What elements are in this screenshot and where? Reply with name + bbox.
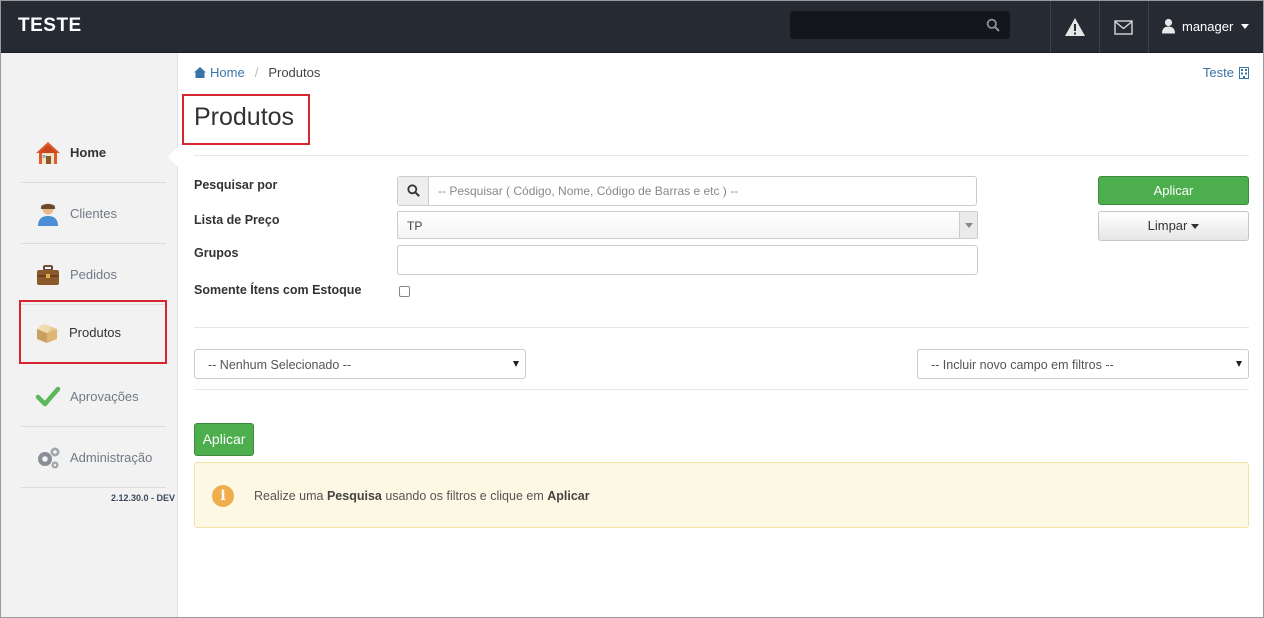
saved-filter-select[interactable]: -- Nenhum Selecionado -- [194, 349, 526, 379]
chevron-down-icon[interactable] [959, 212, 977, 238]
clear-button-label: Limpar [1147, 218, 1188, 233]
sidebar-item-label: Aprovações [70, 389, 139, 404]
envelope-icon[interactable] [1113, 17, 1135, 39]
sidebar-item-label: Pedidos [70, 267, 117, 282]
page-title: Produtos [194, 103, 295, 131]
nav-divider [1099, 1, 1100, 53]
groups-label: Grupos [194, 246, 239, 260]
warning-icon[interactable] [1064, 16, 1086, 38]
user-icon [38, 203, 58, 226]
caret-down-icon [1241, 23, 1250, 29]
app-window: TESTE manager Home Clientes Pedidos Prod… [0, 0, 1264, 618]
divider [194, 155, 1249, 156]
user-name: manager [1182, 18, 1234, 34]
search-field[interactable]: -- Pesquisar ( Código, Nome, Código de B… [397, 176, 977, 206]
breadcrumb: Home / Produtos [194, 65, 320, 80]
caret-down-icon [1236, 361, 1242, 367]
top-search-input[interactable] [790, 11, 1010, 39]
user-menu[interactable]: manager [1161, 15, 1250, 37]
nav-divider [1148, 1, 1149, 53]
divider [194, 327, 1249, 328]
sidebar-item-home[interactable]: Home [21, 123, 166, 183]
breadcrumb-home-label[interactable]: Home [210, 65, 245, 80]
building-icon [1239, 66, 1249, 79]
apply-button[interactable]: Aplicar [1098, 176, 1249, 205]
groups-input[interactable] [397, 245, 978, 275]
sidebar: Home Clientes Pedidos Produtos Aprovaçõe… [1, 53, 179, 617]
sidebar-item-aprovacoes[interactable]: Aprovações [21, 367, 166, 427]
gears-icon [38, 447, 60, 468]
home-icon [194, 67, 206, 78]
stock-only-label: Somente Ítens com Estoque [194, 283, 362, 297]
sidebar-item-administracao[interactable]: Administração [21, 428, 166, 488]
breadcrumb-home[interactable]: Home [194, 65, 245, 80]
caret-down-icon [1191, 224, 1200, 230]
breadcrumb-separator: / [254, 65, 259, 80]
divider [194, 389, 1249, 390]
sidebar-item-label: Home [70, 145, 107, 160]
price-list-select[interactable]: TP [397, 211, 978, 239]
sidebar-item-label: Produtos [69, 324, 122, 340]
apply-main-button[interactable]: Aplicar [194, 423, 254, 456]
price-list-value: TP [407, 219, 423, 233]
checkmark-icon [35, 386, 61, 406]
price-list-label: Lista de Preço [194, 213, 280, 227]
info-alert: i Realize uma Pesquisa usando os filtros… [194, 462, 1249, 528]
alert-message: Realize uma Pesquisa usando os filtros e… [254, 489, 590, 503]
search-icon [407, 184, 420, 197]
nav-divider [1050, 1, 1051, 53]
top-navbar: TESTE manager [1, 1, 1263, 53]
search-addon [398, 177, 429, 205]
add-filter-field-select[interactable]: -- Incluir novo campo em filtros -- [917, 349, 1249, 379]
sidebar-item-clientes[interactable]: Clientes [21, 184, 166, 244]
version-label: 2.12.30.0 - DEV [111, 493, 176, 503]
clear-button[interactable]: Limpar [1098, 211, 1249, 241]
home-icon [36, 141, 60, 164]
saved-filter-value: -- Nenhum Selecionado -- [208, 358, 352, 372]
caret-down-icon [513, 361, 519, 367]
search-icon[interactable] [986, 18, 1000, 32]
breadcrumb-current: Produtos [268, 65, 321, 80]
brand-title[interactable]: TESTE [18, 15, 82, 37]
search-label: Pesquisar por [194, 178, 278, 192]
briefcase-icon [37, 264, 59, 285]
add-filter-field-value: -- Incluir novo campo em filtros -- [931, 358, 1114, 372]
active-indicator [168, 146, 179, 168]
teste-link-label[interactable]: Teste [1203, 65, 1234, 80]
stock-only-checkbox[interactable] [399, 286, 410, 297]
sidebar-item-label: Administração [70, 450, 153, 465]
info-icon: i [212, 485, 234, 507]
teste-link[interactable]: Teste [1203, 65, 1249, 80]
box-icon [37, 324, 57, 343]
sidebar-item-produtos[interactable]: Produtos [19, 300, 167, 364]
search-input[interactable]: -- Pesquisar ( Código, Nome, Código de B… [438, 184, 738, 198]
sidebar-item-label: Clientes [70, 206, 117, 221]
user-icon [1162, 18, 1175, 34]
sidebar-item-pedidos[interactable]: Pedidos [21, 245, 166, 305]
